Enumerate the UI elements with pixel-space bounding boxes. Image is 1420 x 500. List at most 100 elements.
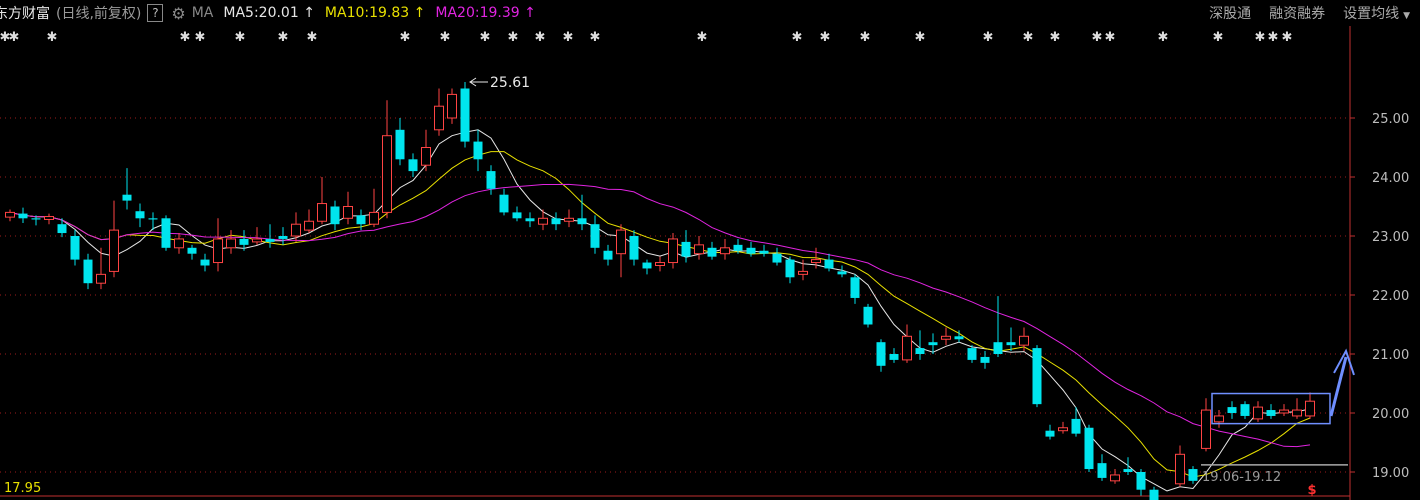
candle-body [590,224,600,248]
candle-body [759,250,769,254]
candle-body [291,223,301,237]
candle-body [733,244,743,251]
candle-body [304,220,314,231]
candle-body [876,342,886,366]
candle-body [135,211,145,219]
event-marker: ✱ [47,30,58,45]
event-marker: ✱ [400,30,411,45]
moving-average-lines [9,129,1311,492]
event-marker: ✱ [1158,30,1169,45]
candle-body [1110,474,1120,482]
event-marker: ✱ [440,30,451,45]
y-tick-label: 24.00 [1372,171,1409,186]
candle-body [278,236,288,239]
y-tick-label: 23.00 [1372,230,1409,245]
candle-body [1214,415,1224,423]
candle-body [941,335,951,340]
y-tick-label: 25.00 [1372,112,1409,127]
candle-body [460,88,470,142]
candle-body [967,348,977,360]
y-tick-label: 20.00 [1372,407,1409,422]
candle-body [1188,469,1198,481]
y-tick-label: 22.00 [1372,289,1409,304]
candle-body [109,229,119,272]
candle-body [1253,406,1263,420]
candle-body [122,194,132,201]
candle-body [915,348,925,354]
candle-body [265,238,275,242]
candle-body [343,206,353,219]
event-marker: ✱ [195,30,206,45]
annotations: 25.6118.2519.06-19.12$ [469,75,1355,498]
candle-body [187,247,197,254]
candle-body [954,336,964,340]
event-marker: ✱ [915,30,926,45]
candle-body [850,277,860,298]
candle-body [720,247,730,255]
candle-body [538,217,548,225]
candle-body [5,211,15,218]
candle-body [239,238,249,245]
candle-body [473,141,483,160]
candle-body [486,171,496,189]
candle-body [512,212,522,219]
event-marker: ✱ [820,30,831,45]
candle-body [1149,489,1159,500]
event-marker: ✱ [1092,30,1103,45]
candle-body [356,215,366,225]
event-marker: ✱ [1105,30,1116,45]
candle-body [421,147,431,166]
event-marker: ✱ [697,30,708,45]
candle-body [902,335,912,361]
ma10-line [9,151,1311,478]
candle-body [746,247,756,254]
event-marker: ✱ [180,30,191,45]
high-label: 25.61 [490,75,530,91]
candle-body [577,218,587,225]
candle-body [70,236,80,260]
candle-body [551,218,561,225]
candle-body [824,259,834,269]
ma5-line [9,129,1311,492]
candle-body [655,262,665,266]
candle-body [1136,472,1146,490]
y-tick-label: 21.00 [1372,348,1409,363]
candle-body [629,236,639,260]
event-marker: ✱ [563,30,574,45]
candle-body [1240,404,1250,416]
candle-body [681,241,691,257]
candle-body [408,159,418,172]
candle-body [1032,348,1042,405]
candle-body [1201,409,1211,449]
event-marker: ✱ [1282,30,1293,45]
dividend-marker: $ [1307,483,1316,498]
candle-body [18,213,28,219]
candle-body [226,238,236,249]
event-marker: ✱ [1255,30,1266,45]
candle-body [707,247,717,257]
candle-body [668,238,678,264]
candle-body [837,271,847,275]
candle-body [200,259,210,266]
candle-body [616,229,626,255]
event-marker: ✱ [1050,30,1061,45]
candle-body [798,270,808,275]
candle-body [1292,409,1302,417]
candle-body [772,253,782,263]
event-marker: ✱ [235,30,246,45]
candle-body [161,218,171,248]
candle-body [785,259,795,278]
candle-body [1097,463,1107,478]
range-label: 19.06-19.12 [1202,470,1281,485]
event-marker: ✱ [590,30,601,45]
candle-body [928,342,938,346]
candle-body [1071,418,1081,434]
candle-body [174,238,184,249]
candle-body [447,93,457,119]
event-markers: ✱✱ ✱ ✱ ✱ ✱ ✱ ✱ ✱ ✱ ✱ ✱ ✱ ✱ ✱ ✱ ✱ ✱ ✱ ✱ ✱ ✱ ✱ ✱ ✱ ✱ ✱ ✱ ✱ ✱ [0,30,1292,45]
candle-body [369,211,379,225]
event-marker: ✱ [480,30,491,45]
candlestick-chart[interactable]: ✱✱ ✱ ✱ ✱ ✱ ✱ ✱ ✱ ✱ ✱ ✱ ✱ ✱ ✱ ✱ ✱ ✱ ✱ ✱ ✱ ✱ ✱ ✱ ✱ ✱ ✱ ✱ ✱ ✱ 25.00 24.0… [0,0,1420,500]
event-marker: ✱ [1268,30,1279,45]
candle-body [642,262,652,269]
